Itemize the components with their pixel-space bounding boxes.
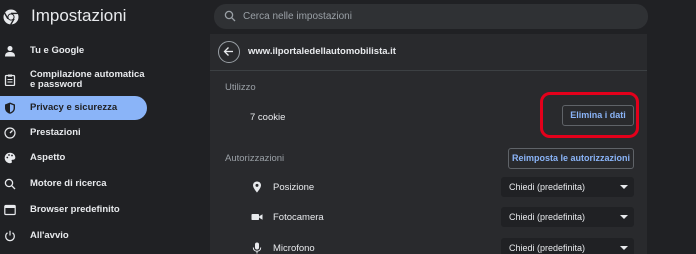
dropdown-arrow-icon	[620, 185, 628, 189]
sidebar-item-autofill[interactable]: Compilazione automatica e password	[0, 67, 147, 93]
select-value: Chiedi (predefinita)	[509, 212, 586, 222]
sidebar-item-default-browser[interactable]: Browser predefinito	[0, 198, 147, 222]
sidebar-item-label: Aspetto	[30, 152, 66, 163]
divider	[210, 70, 647, 71]
sidebar-item-label: Privacy e sicurezza	[30, 102, 118, 113]
dropdown-arrow-icon	[620, 215, 628, 219]
permission-row-microphone: Microfono Chiedi (predefinita)	[210, 238, 647, 254]
location-permission-select[interactable]: Chiedi (predefinita)	[501, 177, 634, 197]
sidebar-item-label: Browser predefinito	[30, 204, 120, 215]
sidebar: Tu e Google Compilazione automatica e pa…	[0, 34, 210, 254]
sidebar-item-appearance[interactable]: Aspetto	[0, 146, 147, 170]
chrome-logo-icon	[3, 9, 19, 25]
sidebar-item-search-engine[interactable]: Motore di ricerca	[0, 172, 147, 196]
select-value: Chiedi (predefinita)	[509, 182, 586, 192]
sidebar-item-tu-e-google[interactable]: Tu e Google	[0, 39, 147, 63]
sidebar-item-label: Prestazioni	[30, 127, 81, 138]
power-icon	[5, 230, 15, 242]
palette-icon	[4, 152, 16, 164]
select-value: Chiedi (predefinita)	[509, 243, 586, 253]
permission-row-camera: Fotocamera Chiedi (predefinita)	[210, 207, 647, 227]
search-icon	[224, 10, 236, 22]
site-name: www.ilportaledellautomobilista.it	[248, 46, 396, 57]
permission-label: Microfono	[273, 243, 315, 254]
cookie-count: 7 cookie	[250, 112, 286, 123]
microphone-permission-select[interactable]: Chiedi (predefinita)	[501, 238, 634, 254]
page-title: Impostazioni	[31, 6, 127, 25]
top-bar: Impostazioni	[0, 0, 696, 34]
browser-icon	[4, 204, 16, 216]
sidebar-item-on-startup[interactable]: All'avvio	[0, 224, 147, 248]
sidebar-item-label: Compilazione automatica e password	[30, 69, 145, 90]
sidebar-item-label: All'avvio	[30, 230, 69, 241]
site-settings-panel: www.ilportaledellautomobilista.it Utiliz…	[210, 34, 647, 254]
location-pin-icon	[253, 181, 261, 193]
sidebar-item-label: Tu e Google	[30, 45, 85, 56]
shield-icon	[5, 102, 15, 114]
camera-icon	[251, 214, 263, 220]
person-icon	[5, 46, 15, 57]
speedometer-icon	[4, 127, 16, 139]
sidebar-item-label: Motore di ricerca	[30, 178, 107, 189]
sidebar-item-privacy[interactable]: Privacy e sicurezza	[0, 96, 147, 120]
sidebar-item-performance[interactable]: Prestazioni	[0, 121, 147, 145]
permission-row-location: Posizione Chiedi (predefinita)	[210, 177, 647, 197]
permissions-section-label: Autorizzazioni	[225, 153, 285, 164]
usage-section-label: Utilizzo	[225, 82, 256, 93]
reset-permissions-button[interactable]: Reimposta le autorizzazioni	[508, 148, 634, 169]
clipboard-icon	[4, 74, 16, 86]
search-input[interactable]	[243, 7, 633, 26]
right-margin	[647, 34, 696, 254]
search-icon	[4, 178, 16, 190]
highlight-annotation	[540, 92, 639, 138]
back-button[interactable]	[218, 41, 240, 63]
search-box[interactable]	[214, 4, 648, 29]
dropdown-arrow-icon	[620, 246, 628, 250]
arrow-left-icon	[223, 47, 233, 56]
permission-label: Fotocamera	[273, 212, 324, 223]
permission-label: Posizione	[273, 182, 315, 193]
camera-permission-select[interactable]: Chiedi (predefinita)	[501, 207, 634, 227]
microphone-icon	[252, 242, 262, 254]
